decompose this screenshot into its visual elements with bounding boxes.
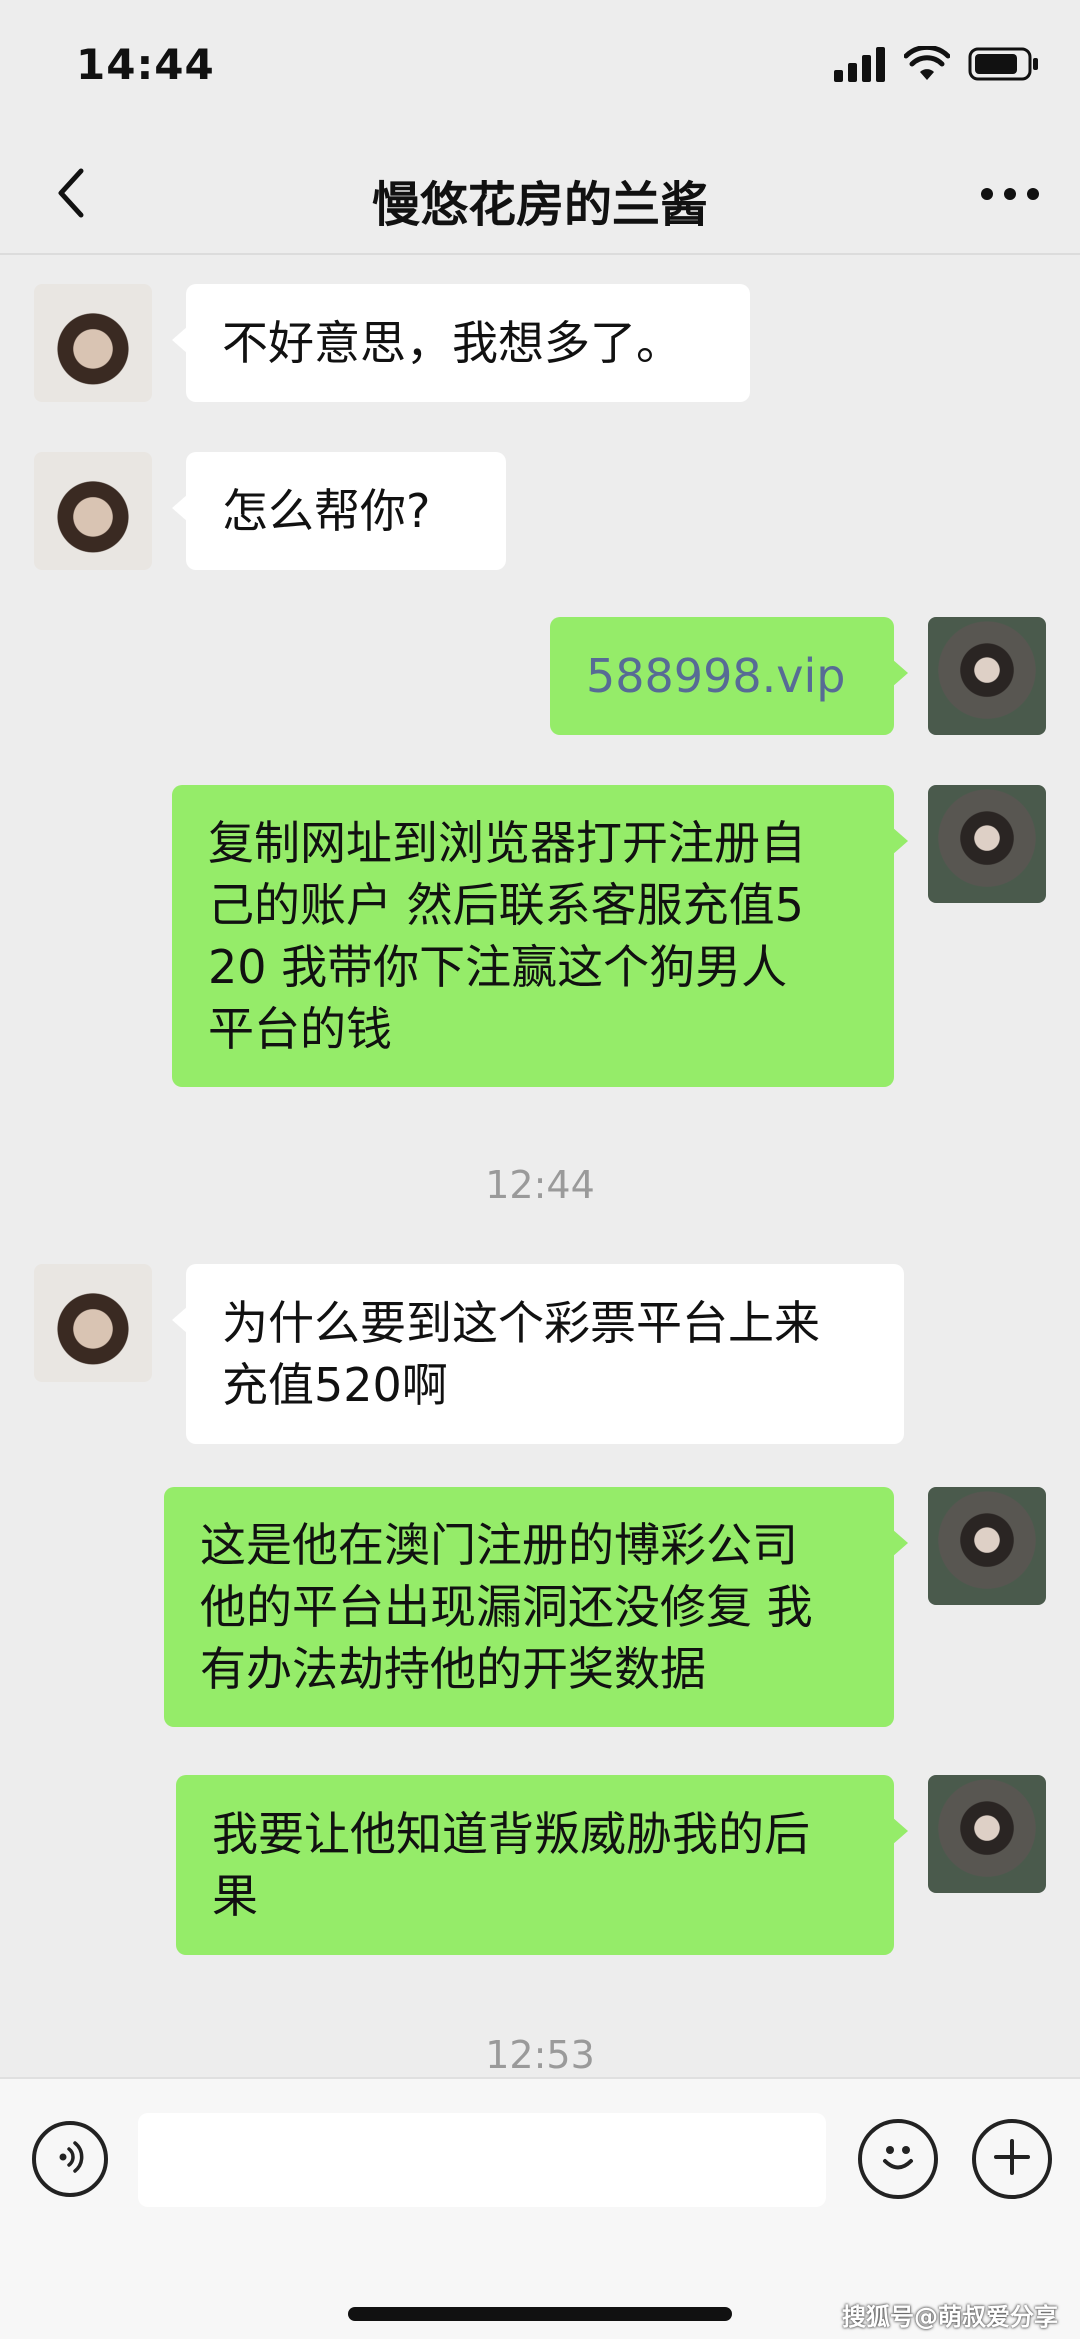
input-bar: 搜狐号@萌叔爱分享 [0,2077,1080,2339]
message-line: 果 [212,1869,258,1923]
more-icon [980,186,1040,205]
voice-icon [50,2137,90,2181]
message-bubble-outgoing[interactable]: 这是他在澳门注册的博彩公司 他的平台出现漏洞还没修复 我 有办法劫持他的开奖数据 [164,1487,908,1727]
message-bubble-outgoing[interactable]: 588998.vip [550,617,908,735]
contact-avatar[interactable] [34,452,152,570]
message-bubble-incoming[interactable]: 为什么要到这个彩票平台上来 充值520啊 [172,1264,904,1444]
message-bubble-incoming[interactable]: 怎么帮你? [172,452,506,570]
contact-avatar[interactable] [34,284,152,402]
chat-header: 慢悠花房的兰酱 [0,135,1080,255]
message-bubble-outgoing[interactable]: 复制网址到浏览器打开注册自 己的账户 然后联系客服充值5 20 我带你下注赢这个… [172,785,908,1087]
message-input[interactable] [138,2113,826,2207]
emoji-button[interactable] [858,2119,938,2199]
chat-area[interactable]: 不好意思，我想多了。 怎么帮你? 588998.vip 复制网址到浏览器打开注册… [0,257,1080,2077]
watermark: 搜狐号@萌叔爱分享 [842,2303,1058,2331]
my-avatar[interactable] [928,785,1046,903]
my-avatar[interactable] [928,1775,1046,1893]
status-time: 14:44 [76,40,215,89]
emoji-icon [873,2132,923,2186]
message-line: 为什么要到这个彩票平台上来 [222,1296,820,1350]
message-text: 不好意思，我想多了。 [222,316,682,370]
message-bubble-outgoing[interactable]: 我要让他知道背叛威胁我的后 果 [176,1775,908,1955]
message-line: 20 我带你下注赢这个狗男人 [208,940,788,994]
message-line: 这是他在澳门注册的博彩公司 [200,1518,798,1572]
my-avatar[interactable] [928,1487,1046,1605]
message-bubble-incoming[interactable]: 不好意思，我想多了。 [172,284,750,402]
voice-button[interactable] [32,2121,108,2197]
message-link[interactable]: 588998.vip [586,645,845,707]
plus-button[interactable] [972,2119,1052,2199]
wifi-icon [903,44,951,86]
my-avatar[interactable] [928,617,1046,735]
status-bar: 14:44 [0,0,1080,135]
battery-icon [968,46,1040,86]
message-text: 怎么帮你? [222,484,431,538]
signal-icon [834,46,886,86]
message-line: 平台的钱 [208,1002,392,1056]
plus-icon [990,2135,1034,2183]
contact-avatar[interactable] [34,1264,152,1382]
status-icons [834,44,1040,86]
home-indicator [348,2307,732,2321]
message-line: 他的平台出现漏洞还没修复 我 [200,1580,813,1634]
more-button[interactable] [970,173,1050,217]
message-line: 己的账户 然后联系客服充值5 [208,878,804,932]
message-line: 复制网址到浏览器打开注册自 [208,816,806,870]
message-line: 有办法劫持他的开奖数据 [200,1642,706,1696]
message-line: 充值520啊 [222,1358,448,1412]
chat-title: 慢悠花房的兰酱 [371,177,708,233]
message-timestamp: 12:53 [485,2033,595,2077]
message-line: 我要让他知道背叛威胁我的后 [212,1807,810,1861]
message-timestamp: 12:44 [485,1163,595,1207]
